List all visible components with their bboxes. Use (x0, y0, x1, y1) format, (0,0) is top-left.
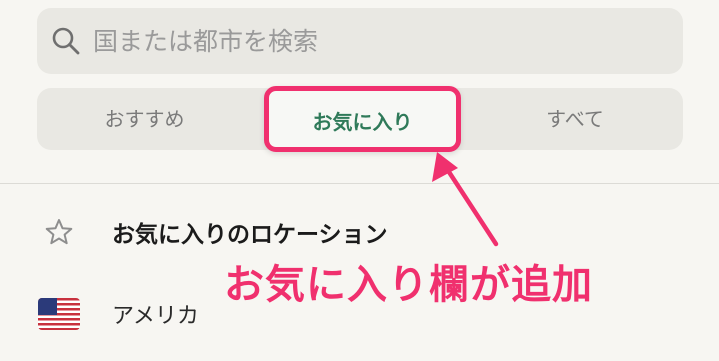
section-divider (0, 183, 719, 184)
tab-recommended[interactable]: おすすめ (37, 88, 252, 150)
annotation-caption: お気に入り欄が追加 (224, 262, 593, 308)
tab-all[interactable]: すべて (467, 88, 683, 150)
tab-favorites[interactable]: お気に入り (264, 86, 461, 152)
favorite-locations-label: お気に入りのロケーション (112, 222, 388, 248)
star-outline-icon (45, 219, 73, 245)
country-label-usa: アメリカ (112, 304, 199, 329)
search-input[interactable] (93, 26, 653, 56)
category-segmented-control: おすすめ お気に入り すべて (37, 86, 683, 152)
favorite-locations-row[interactable]: お気に入りのロケーション (44, 212, 388, 252)
country-row-usa[interactable]: アメリカ (38, 294, 199, 334)
search-bar[interactable] (37, 8, 683, 74)
us-flag-icon (38, 298, 80, 330)
search-icon (52, 27, 80, 55)
